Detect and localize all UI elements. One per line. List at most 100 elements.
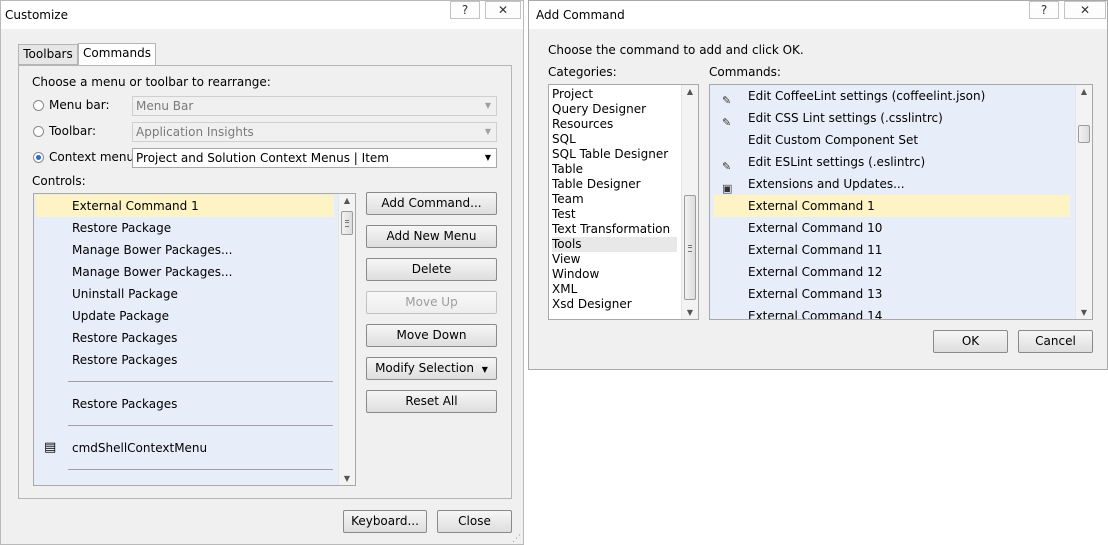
categories-label: Categories:: [548, 65, 617, 79]
command-item[interactable]: ✎ Edit ESLint settings (.eslintrc): [714, 151, 1070, 173]
category-item-label: View: [552, 252, 581, 266]
close-icon: ✕: [497, 3, 509, 17]
menu-bar-radio[interactable]: [33, 100, 44, 111]
categories-scrollbar[interactable]: ▲ ▼: [681, 85, 698, 319]
menu-separator[interactable]: [68, 469, 333, 470]
list-item[interactable]: Uninstall Package: [36, 283, 334, 305]
list-item[interactable]: Restore Packages: [36, 393, 334, 415]
commands-tab-panel: Choose a menu or toolbar to rearrange: M…: [18, 65, 512, 499]
scroll-down-icon[interactable]: ▼: [682, 308, 698, 317]
category-item[interactable]: XML: [552, 282, 677, 297]
command-item[interactable]: External Command 11: [714, 239, 1070, 261]
command-item[interactable]: External Command 14: [714, 305, 1070, 319]
controls-list[interactable]: External Command 1 Restore Package Manag…: [33, 193, 356, 486]
category-item[interactable]: SQL Table Designer: [552, 147, 677, 162]
delete-label: Delete: [411, 262, 452, 276]
command-item[interactable]: External Command 13: [714, 283, 1070, 305]
list-item[interactable]: ▤ cmdShellContextMenu: [36, 437, 334, 459]
context-menu-icon: ▤: [44, 440, 57, 455]
move-down-button[interactable]: Move Down: [366, 324, 497, 347]
add-command-help-button[interactable]: ?: [1029, 1, 1059, 19]
scroll-down-icon[interactable]: ▼: [1076, 308, 1092, 317]
add-new-menu-button[interactable]: Add New Menu: [366, 225, 497, 248]
command-item-label: Extensions and Updates...: [748, 177, 905, 191]
cancel-button[interactable]: Cancel: [1018, 330, 1093, 353]
menu-separator[interactable]: [68, 425, 333, 426]
category-item[interactable]: Table Designer: [552, 177, 677, 192]
context-menu-radio[interactable]: [33, 152, 44, 163]
tab-commands[interactable]: Commands: [78, 43, 156, 66]
controls-scrollbar[interactable]: ▲ ▼: [338, 194, 355, 485]
scroll-thumb[interactable]: [341, 211, 353, 235]
add-command-close-button[interactable]: ✕: [1064, 1, 1106, 19]
command-item-label: External Command 10: [748, 221, 883, 235]
toolbar-radio[interactable]: [33, 126, 44, 137]
resize-grip-icon[interactable]: ⋰: [512, 534, 521, 544]
list-item-label: Uninstall Package: [72, 287, 178, 301]
list-item[interactable]: Restore Package: [36, 217, 334, 239]
list-item[interactable]: Manage Bower Packages...: [36, 261, 334, 283]
list-item[interactable]: Restore Packages: [36, 327, 334, 349]
category-item-label: Tools: [552, 237, 582, 251]
category-item-label: Table: [552, 162, 584, 176]
commands-scrollbar[interactable]: ▲ ▼: [1075, 85, 1092, 319]
delete-button[interactable]: Delete: [366, 258, 497, 281]
command-item[interactable]: ✎ Edit CoffeeLint settings (coffeelint.js…: [714, 85, 1070, 107]
category-item[interactable]: Query Designer: [552, 102, 677, 117]
category-item[interactable]: Resources: [552, 117, 677, 132]
list-item[interactable]: Update Package: [36, 305, 334, 327]
list-item[interactable]: External Command 1: [36, 195, 334, 217]
menu-separator[interactable]: [68, 381, 333, 382]
command-item-label: External Command 12: [748, 265, 883, 279]
command-item[interactable]: External Command 10: [714, 217, 1070, 239]
command-item[interactable]: ▣ Extensions and Updates...: [714, 173, 1070, 195]
scroll-up-icon[interactable]: ▲: [1076, 87, 1092, 96]
cancel-label: Cancel: [1035, 334, 1076, 348]
category-item[interactable]: Table: [552, 162, 677, 177]
categories-list[interactable]: Project Query Designer Resources SQL SQL Tab…: [548, 84, 699, 320]
category-item[interactable]: View: [552, 252, 677, 267]
command-item-label: External Command 11: [748, 243, 883, 257]
list-item[interactable]: Restore Packages: [36, 349, 334, 371]
command-item[interactable]: ✎ Edit CSS Lint settings (.csslintrc): [714, 107, 1070, 129]
tab-toolbars[interactable]: Toolbars: [18, 44, 78, 65]
toolbar-select[interactable]: Application Insights ▼: [132, 122, 497, 142]
category-item[interactable]: Text Transformation: [552, 222, 677, 237]
command-item[interactable]: External Command 12: [714, 261, 1070, 283]
ok-button[interactable]: OK: [933, 330, 1008, 353]
tab-commands-label: Commands: [83, 46, 151, 60]
add-command-button[interactable]: Add Command...: [366, 192, 497, 215]
scroll-thumb[interactable]: [684, 195, 696, 300]
scroll-up-icon[interactable]: ▲: [339, 196, 355, 205]
category-item[interactable]: Xsd Designer: [552, 297, 677, 312]
context-menu-value: Project and Solution Context Menus | Ite…: [136, 151, 389, 165]
modify-selection-button[interactable]: Modify Selection ▼: [366, 357, 497, 380]
command-item-label: Edit CSS Lint settings (.csslintrc): [748, 111, 943, 125]
toolbar-label: Toolbar:: [49, 124, 97, 138]
category-item[interactable]: Window: [552, 267, 677, 282]
reset-all-button[interactable]: Reset All: [366, 390, 497, 413]
category-item[interactable]: Team: [552, 192, 677, 207]
menu-bar-select[interactable]: Menu Bar ▼: [132, 96, 497, 116]
move-up-button[interactable]: Move Up: [366, 291, 497, 314]
category-item[interactable]: Project: [552, 87, 677, 102]
commands-list[interactable]: ✎ Edit CoffeeLint settings (coffeelint.js…: [709, 84, 1093, 320]
scroll-up-icon[interactable]: ▲: [682, 87, 698, 96]
command-item[interactable]: Edit Custom Component Set: [714, 129, 1070, 151]
category-item[interactable]: Tools: [552, 237, 677, 252]
list-item-label: cmdShellContextMenu: [72, 441, 208, 455]
customize-help-button[interactable]: ?: [450, 1, 480, 19]
category-item[interactable]: SQL: [552, 132, 677, 147]
list-item[interactable]: Manage Bower Packages...: [36, 239, 334, 261]
command-item[interactable]: External Command 1: [714, 195, 1070, 217]
close-button[interactable]: Close: [437, 510, 512, 533]
scroll-thumb[interactable]: [1078, 125, 1090, 143]
instructions-text: Choose the command to add and click OK.: [548, 43, 804, 57]
scroll-down-icon[interactable]: ▼: [339, 474, 355, 483]
customize-close-button[interactable]: ✕: [485, 1, 521, 19]
context-menu-select[interactable]: Project and Solution Context Menus | Ite…: [132, 148, 497, 168]
keyboard-button[interactable]: Keyboard...: [343, 510, 427, 533]
category-item[interactable]: Test: [552, 207, 677, 222]
dropdown-arrow-icon: ▼: [481, 365, 488, 374]
list-item-label: Restore Packages: [72, 331, 178, 345]
